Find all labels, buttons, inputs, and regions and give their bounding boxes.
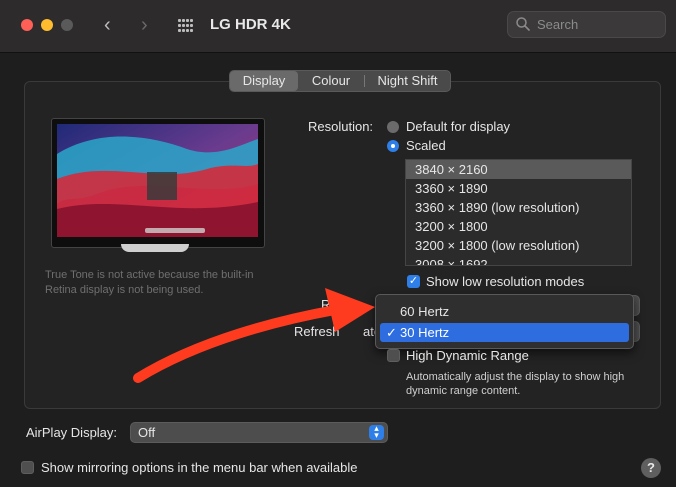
minimize-window-button[interactable] xyxy=(41,19,53,31)
show-low-resolution-label: Show low resolution modes xyxy=(426,274,585,289)
monitor-stand xyxy=(121,244,189,252)
scaled-radio[interactable] xyxy=(387,140,399,152)
tab-colour[interactable]: Colour xyxy=(298,71,364,91)
checkmark-icon: ✓ xyxy=(386,325,397,340)
resolution-option[interactable]: 3360 × 1890 xyxy=(406,179,631,198)
resolution-option[interactable]: 3200 × 1800 (low resolution) xyxy=(406,236,631,255)
forward-icon[interactable]: › xyxy=(141,13,148,37)
default-for-display-label: Default for display xyxy=(406,119,511,134)
hdr-checkbox[interactable] xyxy=(387,349,400,362)
mirroring-label: Show mirroring options in the menu bar w… xyxy=(41,460,358,475)
monitor-illustration xyxy=(51,118,265,248)
resolution-label: Resolution: xyxy=(308,119,374,134)
resolution-option[interactable]: 3360 × 1890 (low resolution) xyxy=(406,198,631,217)
window-title: LG HDR 4K xyxy=(210,16,291,33)
scaled-label: Scaled xyxy=(406,138,446,153)
airplay-display-popup[interactable]: Off ▴ ▾ xyxy=(130,422,388,443)
back-icon[interactable]: ‹ xyxy=(104,13,111,37)
default-for-display-radio[interactable] xyxy=(387,121,399,133)
airplay-display-value: Off xyxy=(138,425,156,440)
menu-item-60-hertz[interactable]: 60 Hertz xyxy=(380,302,629,321)
monitor-wallpaper xyxy=(57,124,258,237)
hdr-description-line-1: Automatically adjust the display to show… xyxy=(406,371,625,383)
resolution-list[interactable]: 3840 × 2160 3360 × 1890 3360 × 1890 (low… xyxy=(405,159,632,266)
zoom-window-button[interactable] xyxy=(61,19,73,31)
close-window-button[interactable] xyxy=(21,19,33,31)
show-all-grid-icon[interactable] xyxy=(178,19,193,32)
resolution-option[interactable]: 3008 × 1692 xyxy=(406,255,631,265)
search-input[interactable] xyxy=(507,11,666,38)
tab-display[interactable]: Display xyxy=(230,71,298,91)
mirroring-checkbox[interactable] xyxy=(21,461,34,474)
resolution-option[interactable]: 3840 × 2160 xyxy=(406,160,631,179)
hdr-label: High Dynamic Range xyxy=(406,348,529,363)
resolution-option[interactable]: 3200 × 1800 xyxy=(406,217,631,236)
menu-item-30-hertz[interactable]: ✓ 30 Hertz xyxy=(380,323,629,342)
chevron-updown-icon: ▴ ▾ xyxy=(369,424,384,440)
search-placeholder: Search xyxy=(537,17,579,32)
menu-item-30-hertz-label: 30 Hertz xyxy=(400,325,450,340)
tab-night-shift[interactable]: Night Shift xyxy=(365,71,450,91)
annotation-arrow-icon xyxy=(133,288,375,383)
help-button[interactable]: ? xyxy=(641,458,661,478)
hdr-description-line-2: dynamic range content. xyxy=(406,385,521,397)
refresh-rate-menu: 60 Hertz ✓ 30 Hertz xyxy=(375,294,634,349)
show-low-resolution-checkbox[interactable]: ✓ xyxy=(407,275,420,288)
tab-bar: Display Colour Night Shift xyxy=(229,70,451,92)
airplay-display-label: AirPlay Display: xyxy=(26,425,118,440)
search-icon xyxy=(516,17,530,31)
